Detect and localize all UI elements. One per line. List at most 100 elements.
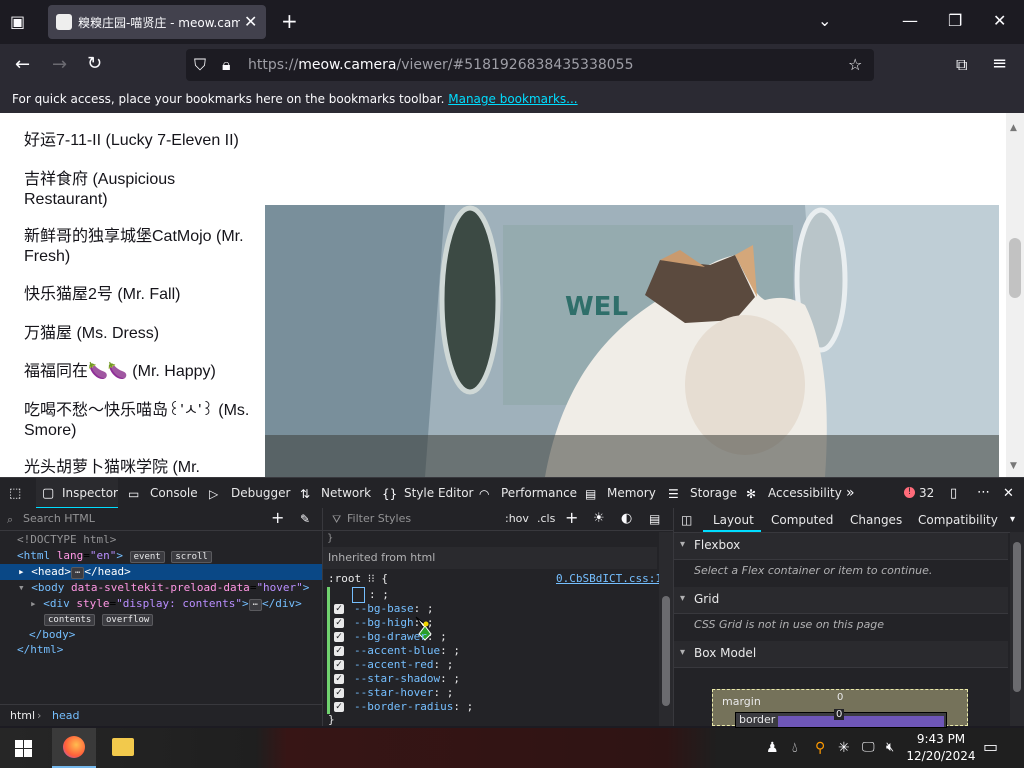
options-icon[interactable]: ⋯ xyxy=(977,485,990,501)
chevron-down-icon[interactable]: ⌄ xyxy=(818,13,831,29)
tab-dropdown-icon[interactable]: ▾ xyxy=(1010,512,1015,528)
tray-drop-icon[interactable]: 💧︎ xyxy=(792,740,798,756)
list-item[interactable]: 福福同在🍆🍆 (Mr. Happy) xyxy=(24,362,259,382)
breadcrumb-html[interactable]: html xyxy=(10,709,35,722)
breadcrumb-head[interactable]: head xyxy=(52,709,79,722)
search-html-input[interactable]: Search HTML xyxy=(23,512,95,525)
scroll-up-icon[interactable]: ▲ xyxy=(1010,123,1020,133)
flexbox-section-header[interactable]: ▾ Flexbox xyxy=(674,533,1008,560)
css-property[interactable]: --star-shadow: ; xyxy=(354,672,460,685)
error-count[interactable]: 32 xyxy=(919,486,934,500)
tab-performance[interactable]: Performance xyxy=(501,486,577,500)
menu-icon[interactable]: ≡ xyxy=(992,55,1007,73)
css-property[interactable]: --bg-drawer: ; xyxy=(354,630,447,643)
property-checkbox[interactable]: ✓ xyxy=(334,660,344,670)
body-node[interactable]: ▾ <body data-sveltekit-preload-data="hov… xyxy=(18,581,309,594)
new-property-editor[interactable] xyxy=(352,587,365,603)
html-node[interactable]: <html lang="en"> event scroll xyxy=(17,549,212,563)
volume-muted-icon[interactable]: 🔇︎ xyxy=(886,740,894,756)
html-close-node[interactable]: </html> xyxy=(17,643,63,656)
more-tabs-icon[interactable]: » xyxy=(846,485,855,501)
add-rule-icon[interactable]: + xyxy=(565,510,578,526)
tab-debugger[interactable]: Debugger xyxy=(231,486,290,500)
css-property[interactable]: --bg-base: ; xyxy=(354,602,433,615)
doctype-node[interactable]: <!DOCTYPE html> xyxy=(17,533,116,546)
pick-element-icon[interactable]: ⬚ xyxy=(9,486,21,502)
lock-icon[interactable]: 🔒︎ xyxy=(222,57,231,73)
tab-network[interactable]: Network xyxy=(321,486,371,500)
body-close-node[interactable]: </body> xyxy=(29,628,75,641)
file-explorer-icon[interactable] xyxy=(112,738,134,756)
light-mode-icon[interactable]: ☀ xyxy=(593,511,605,527)
layout-scrollbar[interactable] xyxy=(1010,532,1024,726)
property-checkbox[interactable]: ✓ xyxy=(334,604,344,614)
css-property[interactable]: --star-hover: ; xyxy=(354,686,453,699)
tab-style-editor[interactable]: Style Editor xyxy=(404,486,473,500)
head-node[interactable]: ▸ <head> ⋯ </head> xyxy=(18,565,131,579)
list-item[interactable]: 快乐猫屋2号 (Mr. Fall) xyxy=(24,285,259,305)
network-tray-icon[interactable]: 🖵︎ xyxy=(862,740,875,756)
list-item[interactable]: 新鲜哥的独享城堡CatMojo (Mr. Fresh) xyxy=(24,227,259,267)
css-property[interactable]: --accent-red: ; xyxy=(354,658,453,671)
property-checkbox[interactable]: ✓ xyxy=(334,688,344,698)
firefox-taskbar-button[interactable] xyxy=(52,728,96,768)
back-icon[interactable]: ← xyxy=(15,56,30,74)
tray-star-icon[interactable]: ✳ xyxy=(838,740,850,756)
tab-inspector-label[interactable]: Inspector xyxy=(62,486,118,500)
toggle-sidebar-icon[interactable]: ◫ xyxy=(681,512,692,528)
tab-console[interactable]: Console xyxy=(150,486,198,500)
border-value[interactable]: 0 xyxy=(834,709,845,720)
reload-icon[interactable]: ↻ xyxy=(87,55,102,73)
css-property[interactable]: --border-radius: ; xyxy=(354,700,473,713)
tab-layout[interactable]: Layout xyxy=(713,513,754,527)
box-model-section-header[interactable]: ▾ Box Model xyxy=(674,641,1008,668)
css-property[interactable]: --bg-high: ; xyxy=(354,616,433,629)
tray-app-icon[interactable]: ♟ xyxy=(766,740,779,756)
notifications-icon[interactable]: ▭ xyxy=(983,739,998,755)
cls-button[interactable]: .cls xyxy=(537,512,555,525)
add-node-icon[interactable]: + xyxy=(271,510,284,526)
filter-styles-input[interactable]: Filter Styles xyxy=(347,512,411,525)
list-item[interactable]: 吃喝不愁～快乐喵岛꒰'ㅅ'꒱ (Ms. Smore) xyxy=(24,401,259,441)
tab-computed[interactable]: Computed xyxy=(771,513,833,527)
box-model-margin[interactable]: margin 0 border 0 xyxy=(712,689,968,728)
page-scrollbar[interactable]: ▲ ▼ xyxy=(1006,113,1024,477)
dock-icon[interactable]: ▯ xyxy=(950,486,957,502)
close-tab-icon[interactable]: ✕ xyxy=(244,12,257,31)
restore-icon[interactable]: ❐ xyxy=(948,13,962,29)
url-text[interactable]: https://meow.camera/viewer/#518192683843… xyxy=(248,57,634,73)
tab-accessibility[interactable]: Accessibility xyxy=(768,486,842,500)
rule-selector[interactable]: :root ⁝⁝ { xyxy=(328,572,388,585)
property-checkbox[interactable]: ✓ xyxy=(334,618,344,628)
url-bar[interactable]: ⛉ 🔒︎ https://meow.camera/viewer/#5181926… xyxy=(186,49,874,81)
eyedropper-icon[interactable]: ✎ xyxy=(300,511,310,527)
rules-scrollbar[interactable] xyxy=(659,532,673,726)
list-item[interactable]: 万猫屋 (Ms. Dress) xyxy=(24,324,259,344)
div-node[interactable]: ▸ <div style="display: contents"> ⋯ </div> xyxy=(30,597,302,611)
star-bookmark-icon[interactable]: ☆ xyxy=(848,57,862,73)
extensions-icon[interactable]: ⧉ xyxy=(956,57,967,73)
scroll-down-icon[interactable]: ▼ xyxy=(1010,461,1020,471)
tab-storage[interactable]: Storage xyxy=(690,486,737,500)
tab-list-icon[interactable]: ▣ xyxy=(10,14,25,30)
scroll-thumb[interactable] xyxy=(1009,238,1021,298)
error-icon[interactable]: ! xyxy=(904,487,915,498)
shield-icon[interactable]: ⛉ xyxy=(194,57,206,73)
close-devtools-icon[interactable]: ✕ xyxy=(1003,486,1014,502)
css-property[interactable]: --accent-blue: ; xyxy=(354,644,460,657)
tab-memory[interactable]: Memory xyxy=(607,486,656,500)
list-item[interactable]: 好运7-11-II (Lucky 7-Eleven II) xyxy=(24,131,259,151)
cat-camera-video[interactable]: WEL xyxy=(265,205,999,477)
property-checkbox[interactable]: ✓ xyxy=(334,674,344,684)
clock-date[interactable]: 12/20/2024 xyxy=(906,749,976,763)
rules-scroll-thumb[interactable] xyxy=(662,596,670,706)
forward-icon[interactable]: → xyxy=(52,56,67,74)
property-checkbox[interactable]: ✓ xyxy=(334,646,344,656)
rule-source-link[interactable]: 0.CbSBdICT.css:1 xyxy=(556,572,662,585)
new-tab-icon[interactable]: + xyxy=(281,11,298,31)
clock-time[interactable]: 9:43 PM xyxy=(910,732,972,746)
browser-tab[interactable]: 糗糗庄园-喵贤庄 - meow.camera ✕ xyxy=(48,5,266,39)
layout-scroll-thumb[interactable] xyxy=(1013,542,1021,692)
list-item[interactable]: 光头胡萝卜猫咪学院 (Mr. xyxy=(24,458,259,477)
dark-mode-icon[interactable]: ◐ xyxy=(621,511,632,527)
